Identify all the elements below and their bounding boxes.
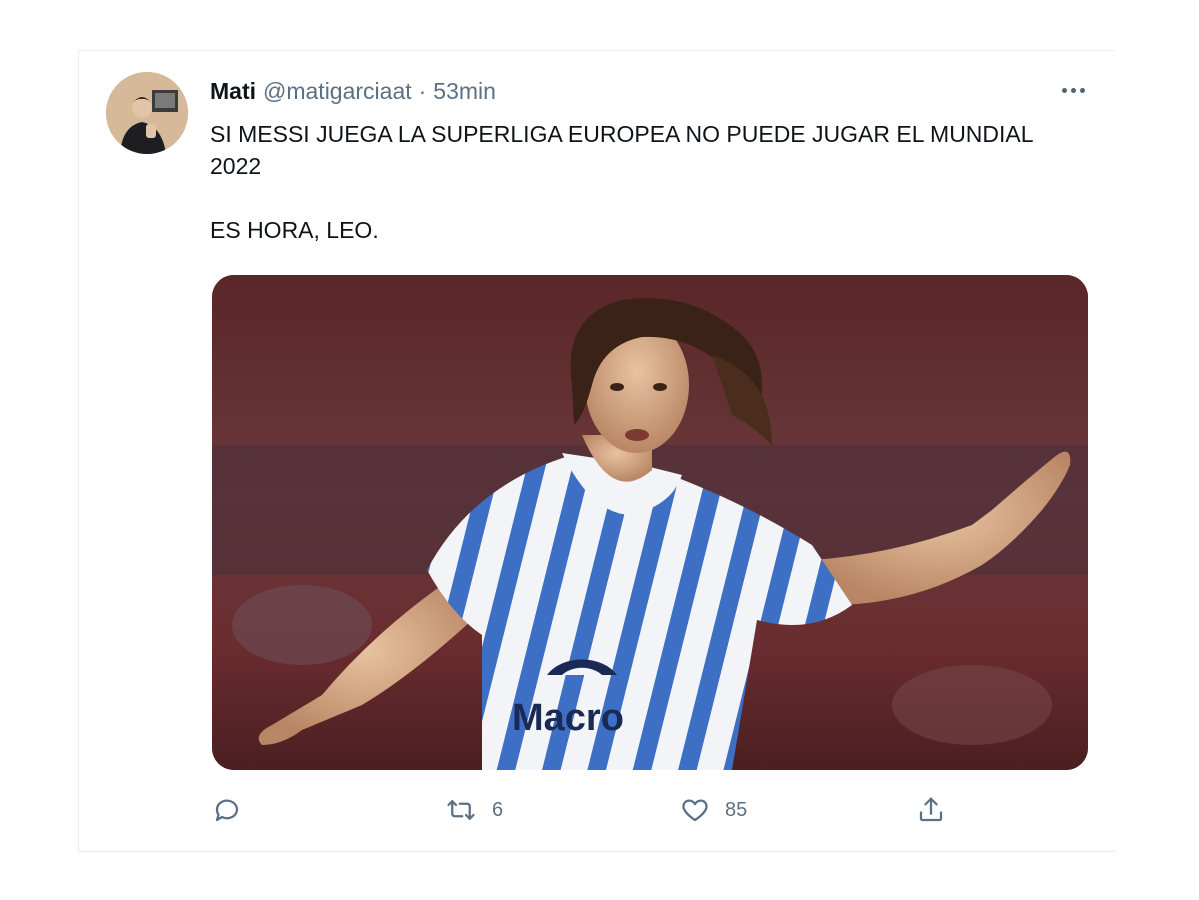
share-icon xyxy=(915,795,947,825)
tweet-media-image[interactable]: Macro xyxy=(212,275,1088,770)
share-button[interactable] xyxy=(915,790,947,830)
tweet-header: Mati @matigarciaat · 53min xyxy=(210,78,496,108)
separator-dot: · xyxy=(418,78,427,104)
avatar[interactable] xyxy=(106,72,188,154)
heart-icon xyxy=(679,795,711,825)
reply-icon xyxy=(212,795,242,825)
jersey-sponsor-text: Macro xyxy=(512,697,624,739)
author-handle[interactable]: @matigarciaat xyxy=(263,78,412,105)
retweet-icon xyxy=(444,795,478,825)
like-count: 85 xyxy=(725,798,748,821)
like-button[interactable]: 85 xyxy=(679,790,747,830)
tweet-screenshot: Mati @matigarciaat · 53min SI MESSI JUEG… xyxy=(0,0,1199,900)
timestamp[interactable]: 53min xyxy=(433,78,496,105)
tweet-text: SI MESSI JUEGA LA SUPERLIGA EUROPEA NO P… xyxy=(210,121,1033,243)
retweet-count: 6 xyxy=(492,798,504,821)
reply-button[interactable] xyxy=(212,790,256,830)
tweet-actions: 6 85 xyxy=(0,790,1199,830)
author-name[interactable]: Mati xyxy=(210,78,256,105)
more-horizontal-icon[interactable] xyxy=(1056,80,1090,100)
retweet-button[interactable]: 6 xyxy=(444,790,503,830)
